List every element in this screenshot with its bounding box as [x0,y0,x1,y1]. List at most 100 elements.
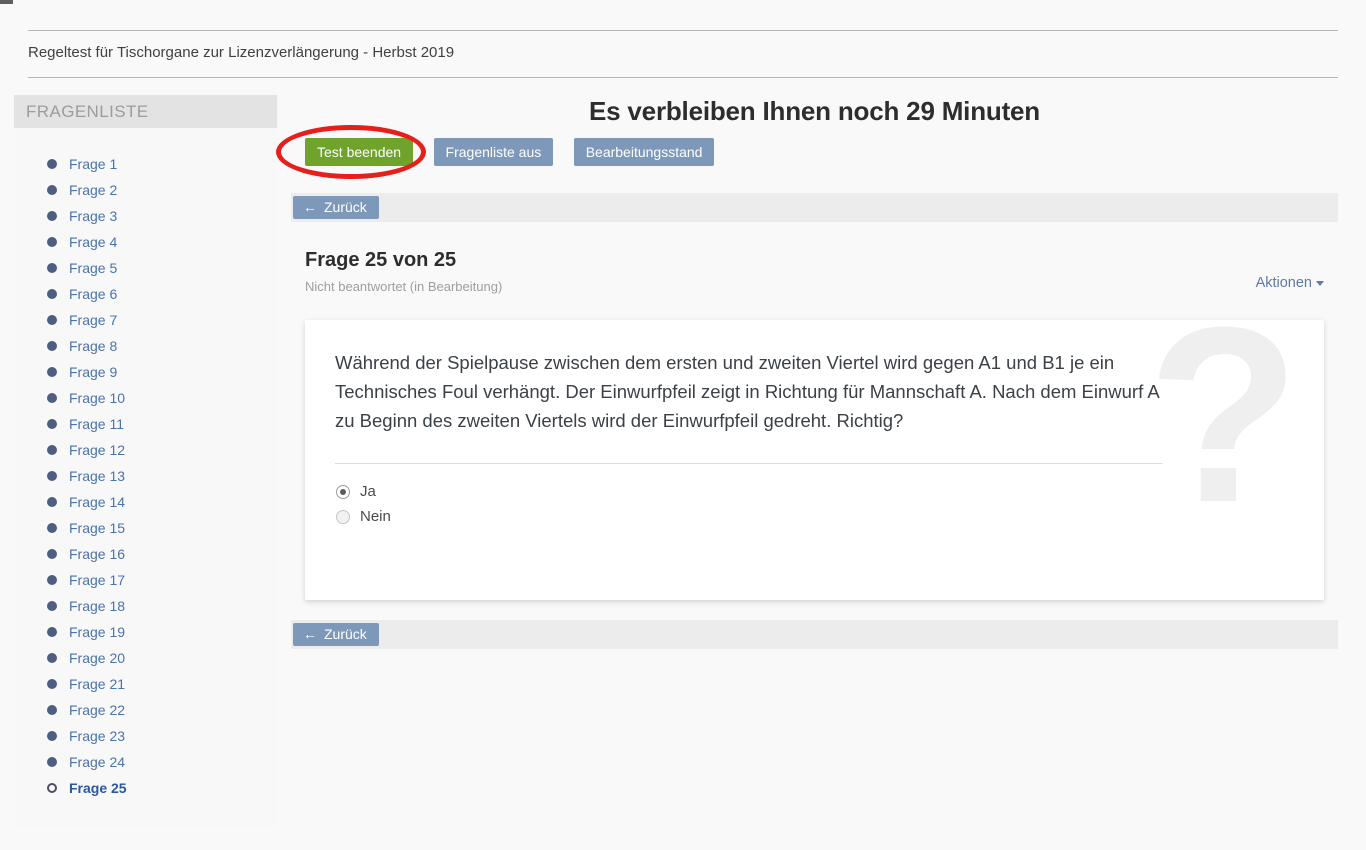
filled-bullet-icon [47,341,57,351]
toggle-question-list-button[interactable]: Fragenliste aus [434,138,554,166]
question-link[interactable]: Frage 16 [69,546,125,562]
sidebar-item-frage-24: Frage 24 [47,749,277,775]
sidebar-item-frage-11: Frage 11 [47,411,277,437]
question-link[interactable]: Frage 2 [69,182,117,198]
question-card: ? Während der Spielpause zwischen dem er… [305,320,1324,600]
header-divider-top [28,30,1338,31]
question-link[interactable]: Frage 12 [69,442,125,458]
sidebar-item-frage-21: Frage 21 [47,671,277,697]
sidebar-item-frage-12: Frage 12 [47,437,277,463]
filled-bullet-icon [47,575,57,585]
caret-down-icon [1316,281,1324,286]
question-link[interactable]: Frage 22 [69,702,125,718]
sidebar-item-frage-22: Frage 22 [47,697,277,723]
sidebar-header: FRAGENLISTE [14,95,277,128]
filled-bullet-icon [47,679,57,689]
question-link[interactable]: Frage 19 [69,624,125,640]
sidebar-item-frage-13: Frage 13 [47,463,277,489]
sidebar-item-frage-18: Frage 18 [47,593,277,619]
filled-bullet-icon [47,471,57,481]
radio-unselected-icon[interactable] [336,510,350,524]
sidebar-item-frage-16: Frage 16 [47,541,277,567]
sidebar-item-frage-7: Frage 7 [47,307,277,333]
question-link[interactable]: Frage 11 [69,416,124,432]
question-link[interactable]: Frage 23 [69,728,125,744]
filled-bullet-icon [47,757,57,767]
sidebar-item-frage-1: Frage 1 [47,151,277,177]
filled-bullet-icon [47,393,57,403]
filled-bullet-icon [47,289,57,299]
question-mark-watermark: ? [1147,290,1300,540]
filled-bullet-icon [47,315,57,325]
question-link[interactable]: Frage 1 [69,156,117,172]
left-arrow-icon: ← [303,199,317,215]
left-arrow-icon: ← [303,626,317,642]
option-label: Nein [360,508,391,525]
question-link[interactable]: Frage 10 [69,390,125,406]
question-list-sidebar: FRAGENLISTE Frage 1 Frage 2 Frage 3 Frage 4… [14,95,277,828]
question-link[interactable]: Frage 7 [69,312,117,328]
sidebar-item-frage-6: Frage 6 [47,281,277,307]
sidebar-item-frage-9: Frage 9 [47,359,277,385]
finish-test-button[interactable]: Test beenden [305,138,413,166]
time-remaining-heading: Es verbleiben Ihnen noch 29 Minuten [291,96,1338,127]
sidebar-item-frage-20: Frage 20 [47,645,277,671]
answer-option-ja[interactable]: Ja [336,479,391,504]
question-link[interactable]: Frage 3 [69,208,117,224]
question-list: Frage 1 Frage 2 Frage 3 Frage 4 Frage 5 Frage… [14,128,277,801]
sidebar-item-frage-14: Frage 14 [47,489,277,515]
page-title: Regeltest für Tischorgane zur Lizenzverl… [28,44,454,61]
open-bullet-icon [47,783,57,793]
filled-bullet-icon [47,523,57,533]
question-link[interactable]: Frage 4 [69,234,117,250]
filled-bullet-icon [47,601,57,611]
answer-options: Ja Nein [336,479,391,529]
question-link[interactable]: Frage 24 [69,754,125,770]
question-link[interactable]: Frage 8 [69,338,117,354]
sidebar-item-frage-10: Frage 10 [47,385,277,411]
filled-bullet-icon [47,445,57,455]
filled-bullet-icon [47,497,57,507]
question-link[interactable]: Frage 17 [69,572,125,588]
filled-bullet-icon [47,653,57,663]
sidebar-item-frage-15: Frage 15 [47,515,277,541]
question-text: Während der Spielpause zwischen dem erst… [335,348,1170,435]
question-link[interactable]: Frage 14 [69,494,125,510]
question-number-heading: Frage 25 von 25 [305,249,1324,272]
back-button-bottom[interactable]: ← Zurück [293,623,379,646]
sidebar-item-frage-2: Frage 2 [47,177,277,203]
question-link[interactable]: Frage 21 [69,676,125,692]
question-link[interactable]: Frage 13 [69,468,125,484]
question-link[interactable]: Frage 5 [69,260,117,276]
sidebar-item-frage-8: Frage 8 [47,333,277,359]
filled-bullet-icon [47,549,57,559]
filled-bullet-icon [47,705,57,715]
top-left-mark [0,0,13,4]
filled-bullet-icon [47,419,57,429]
question-link[interactable]: Frage 6 [69,286,117,302]
filled-bullet-icon [47,263,57,273]
sidebar-item-frage-19: Frage 19 [47,619,277,645]
filled-bullet-icon [47,185,57,195]
question-link[interactable]: Frage 15 [69,520,125,536]
back-button-top[interactable]: ← Zurück [293,196,379,219]
bottom-nav-bar: ← Zurück [291,620,1338,649]
option-label: Ja [360,483,376,500]
top-nav-bar: ← Zurück [291,193,1338,222]
radio-selected-icon[interactable] [336,485,350,499]
question-link[interactable]: Frage 18 [69,598,125,614]
sidebar-item-frage-4: Frage 4 [47,229,277,255]
back-button-label: Zurück [324,626,367,642]
filled-bullet-icon [47,211,57,221]
filled-bullet-icon [47,159,57,169]
sidebar-item-frage-5: Frage 5 [47,255,277,281]
question-link[interactable]: Frage 25 [69,780,127,796]
sidebar-item-frage-23: Frage 23 [47,723,277,749]
answer-option-nein[interactable]: Nein [336,504,391,529]
question-link[interactable]: Frage 9 [69,364,117,380]
progress-status-button[interactable]: Bearbeitungsstand [574,138,715,166]
back-button-label: Zurück [324,199,367,215]
question-link[interactable]: Frage 20 [69,650,125,666]
sidebar-item-frage-3: Frage 3 [47,203,277,229]
exam-page: Regeltest für Tischorgane zur Lizenzverl… [0,0,1366,850]
